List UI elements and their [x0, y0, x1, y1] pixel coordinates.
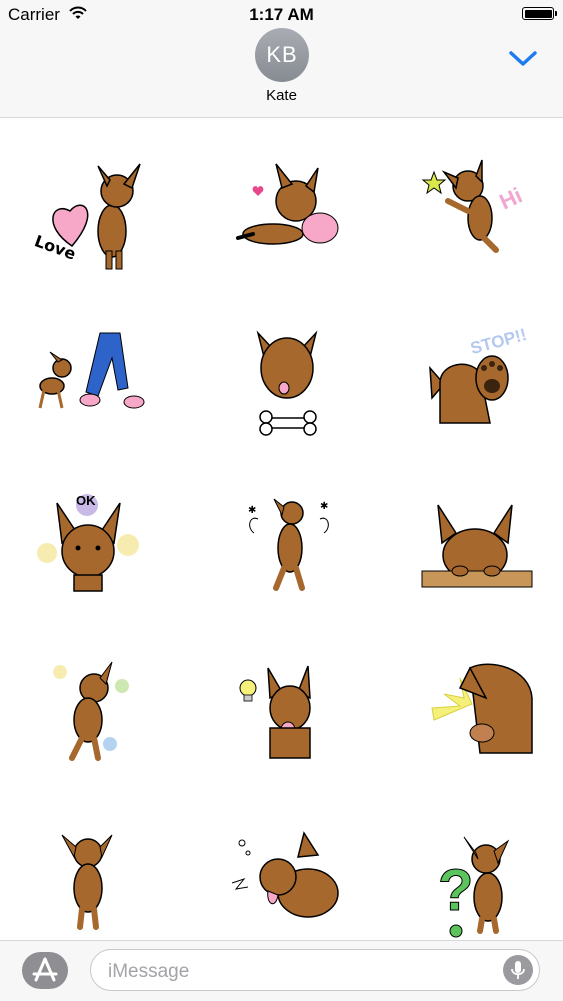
chevron-down-icon[interactable] [505, 45, 541, 71]
sticker-bump[interactable] [420, 658, 540, 778]
battery-icon [522, 7, 557, 20]
svg-text:✱: ✱ [248, 505, 256, 516]
message-placeholder: iMessage [108, 961, 190, 982]
sticker-dizzy[interactable]: ✱ ✱ [228, 493, 348, 613]
avatar[interactable]: KB [255, 28, 309, 82]
app-store-icon[interactable] [22, 952, 68, 989]
contact-name[interactable]: Kate [0, 87, 563, 104]
sticker-walking[interactable] [32, 328, 152, 448]
sticker-peeking[interactable] [420, 493, 540, 613]
message-input[interactable]: iMessage [90, 949, 540, 991]
status-bar: Carrier 1:17 AM [0, 0, 563, 30]
sticker-shy[interactable] [32, 823, 152, 943]
sticker-question[interactable]: ? [420, 823, 540, 943]
sticker-sick[interactable] [228, 823, 348, 943]
svg-text:✱: ✱ [320, 501, 328, 512]
sticker-ok[interactable]: OK [32, 493, 152, 613]
status-time: 1:17 AM [249, 5, 314, 24]
conversation-header: Carrier 1:17 AM KB Kate [0, 0, 563, 118]
compose-bar: iMessage [0, 940, 563, 1001]
microphone-icon[interactable] [503, 955, 533, 985]
sticker-hi[interactable]: Hi [420, 156, 540, 276]
sticker-love[interactable]: Love [32, 156, 152, 276]
sticker-grid: Love Hi STOP!! OK ✱ ✱ ? [0, 118, 563, 940]
sticker-lying[interactable] [228, 156, 348, 276]
sticker-question-text: ? [437, 858, 474, 924]
sticker-bone[interactable] [228, 328, 348, 448]
sticker-idea[interactable] [228, 658, 348, 778]
sticker-music[interactable] [32, 658, 152, 778]
sticker-ok-text: OK [76, 493, 96, 508]
sticker-stop[interactable]: STOP!! [420, 325, 540, 448]
